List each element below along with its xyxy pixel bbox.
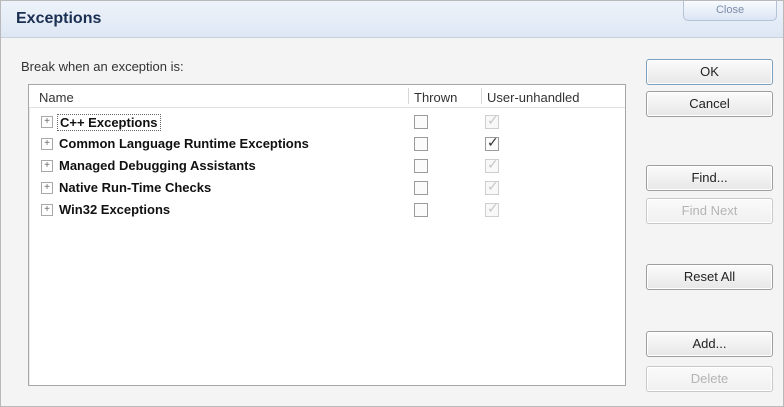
find-button[interactable]: Find... <box>646 165 773 191</box>
close-button[interactable]: Close <box>683 1 777 21</box>
exceptions-dialog: Exceptions Close Break when an exception… <box>0 0 784 407</box>
user-unhandled-checkbox[interactable]: ✓ <box>485 156 499 173</box>
column-thrown-header[interactable]: Thrown <box>414 90 457 105</box>
find-next-button[interactable]: Find Next <box>646 198 773 224</box>
exception-category-label[interactable]: Native Run-Time Checks <box>59 180 211 195</box>
check-icon: ✓ <box>487 134 499 150</box>
reset-all-button[interactable]: Reset All <box>646 264 773 290</box>
plus-icon[interactable]: + <box>41 116 53 128</box>
table-row[interactable]: + Native Run-Time Checks ✓ <box>29 177 625 199</box>
list-header: Name Thrown User-unhandled <box>29 85 625 108</box>
check-icon: ✓ <box>487 200 499 216</box>
column-user-unhandled-header[interactable]: User-unhandled <box>487 90 580 105</box>
table-row[interactable]: + Managed Debugging Assistants ✓ <box>29 155 625 177</box>
column-separator <box>408 88 409 104</box>
thrown-checkbox[interactable] <box>414 203 428 217</box>
exception-category-label[interactable]: Win32 Exceptions <box>59 202 170 217</box>
thrown-checkbox[interactable] <box>414 115 428 129</box>
check-icon: ✓ <box>487 178 499 194</box>
plus-icon[interactable]: + <box>41 160 53 172</box>
check-icon: ✓ <box>487 156 499 172</box>
title-bar: Exceptions Close <box>1 1 783 38</box>
user-unhandled-checkbox[interactable]: ✓ <box>485 200 499 217</box>
ok-button[interactable]: OK <box>646 59 773 85</box>
table-row[interactable]: + Common Language Runtime Exceptions ✓ <box>29 133 625 155</box>
thrown-checkbox[interactable] <box>414 137 428 151</box>
table-row[interactable]: + C++ Exceptions ✓ <box>29 111 625 133</box>
user-unhandled-checkbox[interactable]: ✓ <box>485 112 499 129</box>
exception-category-label[interactable]: Managed Debugging Assistants <box>59 158 256 173</box>
user-unhandled-checkbox[interactable]: ✓ <box>485 178 499 195</box>
thrown-checkbox[interactable] <box>414 159 428 173</box>
exceptions-list[interactable]: Name Thrown User-unhandled + C++ Excepti… <box>28 84 626 386</box>
exception-category-label[interactable]: C++ Exceptions <box>57 114 161 131</box>
check-icon: ✓ <box>487 112 499 128</box>
thrown-checkbox[interactable] <box>414 181 428 195</box>
add-button[interactable]: Add... <box>646 331 773 357</box>
window-title: Exceptions <box>16 10 102 27</box>
cancel-button[interactable]: Cancel <box>646 91 773 117</box>
exception-category-label[interactable]: Common Language Runtime Exceptions <box>59 136 309 151</box>
user-unhandled-checkbox[interactable]: ✓ <box>485 134 499 151</box>
column-separator <box>481 88 482 104</box>
table-row[interactable]: + Win32 Exceptions ✓ <box>29 199 625 221</box>
plus-icon[interactable]: + <box>41 138 53 150</box>
break-prompt: Break when an exception is: <box>21 59 184 74</box>
plus-icon[interactable]: + <box>41 182 53 194</box>
delete-button[interactable]: Delete <box>646 366 773 392</box>
plus-icon[interactable]: + <box>41 204 53 216</box>
column-name-header[interactable]: Name <box>39 90 74 105</box>
